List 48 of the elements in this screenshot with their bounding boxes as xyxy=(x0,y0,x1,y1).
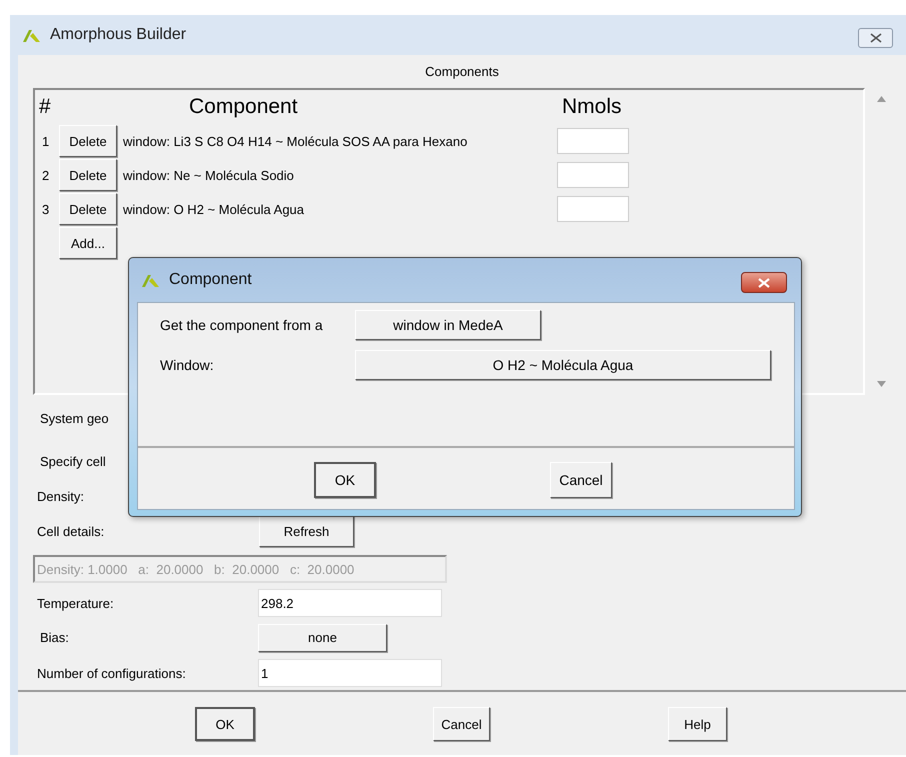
add-button[interactable]: Add... xyxy=(59,227,117,259)
cancel-button[interactable]: Cancel xyxy=(433,707,490,741)
ok-button[interactable]: OK xyxy=(195,707,255,741)
nmols-field[interactable] xyxy=(557,128,629,154)
bias-button[interactable]: none xyxy=(258,624,387,652)
field-label: Temperature: xyxy=(36,596,115,610)
configurations-field[interactable]: 1 xyxy=(258,659,442,687)
close-button[interactable] xyxy=(741,272,787,293)
component-name: window: Li3 S C8 O4 H14 ~ Molécula SOS AA para Hexano xyxy=(122,134,468,148)
scroll-down-icon[interactable] xyxy=(877,381,886,387)
field-label: System geo xyxy=(39,410,109,426)
component-name: window: Ne ~ Molécula Sodio xyxy=(122,168,295,182)
window-select-button[interactable]: O H2 ~ Molécula Agua xyxy=(355,350,771,380)
cancel-button[interactable]: Cancel xyxy=(550,462,612,498)
section-title: Components xyxy=(425,64,499,79)
ok-button[interactable]: OK xyxy=(314,462,376,498)
field-label: Density: xyxy=(36,488,84,504)
field-label: Bias: xyxy=(39,630,70,645)
dialog-title: Component xyxy=(169,271,252,289)
column-header: # xyxy=(39,95,52,119)
column-header: Component xyxy=(188,95,299,119)
close-icon xyxy=(870,33,882,43)
window-title: Amorphous Builder xyxy=(50,26,186,44)
row-number: 1 xyxy=(41,134,50,148)
cell-summary-field: Density: 1.0000 a: 20.0000 b: 20.0000 c: 20.0000 xyxy=(33,555,447,583)
field-label: Number of configurations: xyxy=(36,666,187,680)
nmols-field[interactable] xyxy=(557,162,629,188)
help-button[interactable]: Help xyxy=(668,707,727,741)
close-button[interactable] xyxy=(858,28,893,48)
refresh-button[interactable]: Refresh xyxy=(259,516,354,546)
row-number: 2 xyxy=(41,168,50,182)
delete-button[interactable]: Delete xyxy=(59,159,117,191)
close-icon xyxy=(758,278,770,288)
logo-icon xyxy=(141,272,161,288)
row-number: 3 xyxy=(41,202,50,216)
delete-button[interactable]: Delete xyxy=(59,125,117,157)
field-label: Window: xyxy=(159,357,215,373)
logo-icon xyxy=(22,27,42,43)
delete-button[interactable]: Delete xyxy=(59,193,117,225)
temperature-field[interactable]: 298.2 xyxy=(258,589,442,617)
source-button[interactable]: window in MedeA xyxy=(355,310,541,340)
column-header: Nmols xyxy=(561,95,623,119)
field-label: Get the component from a xyxy=(159,317,324,333)
nmols-field[interactable] xyxy=(557,196,629,222)
field-label: Specify cell xyxy=(39,454,106,468)
scroll-up-icon[interactable] xyxy=(877,96,886,102)
field-label: Cell details: xyxy=(36,524,106,538)
component-name: window: O H2 ~ Molécula Agua xyxy=(122,202,306,216)
